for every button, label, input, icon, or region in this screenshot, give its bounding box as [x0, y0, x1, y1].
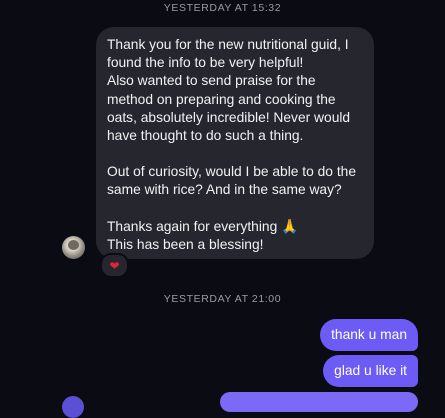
message-paragraph: Thanks again for everything 🙏 This has b…	[107, 218, 299, 252]
outgoing-message-bubble[interactable]: glad u like it	[323, 355, 418, 387]
partial-message-bubble[interactable]	[220, 392, 418, 412]
timestamp-1532: YESTERDAY AT 15:32	[163, 2, 282, 14]
message-paragraph: Thank you for the new nutritional guid, …	[107, 37, 351, 144]
incoming-message-bubble[interactable]: Thank you for the new nutritional guid, …	[96, 27, 374, 259]
outgoing-message-bubble[interactable]: thank u man	[320, 319, 418, 351]
timestamp-2100: YESTERDAY AT 21:00	[163, 293, 282, 305]
sender-avatar[interactable]	[62, 236, 85, 259]
message-paragraph: Out of curiosity, would I be able to do …	[107, 164, 356, 198]
partial-avatar	[62, 396, 84, 418]
heart-reaction-icon[interactable]: ❤	[100, 253, 129, 278]
